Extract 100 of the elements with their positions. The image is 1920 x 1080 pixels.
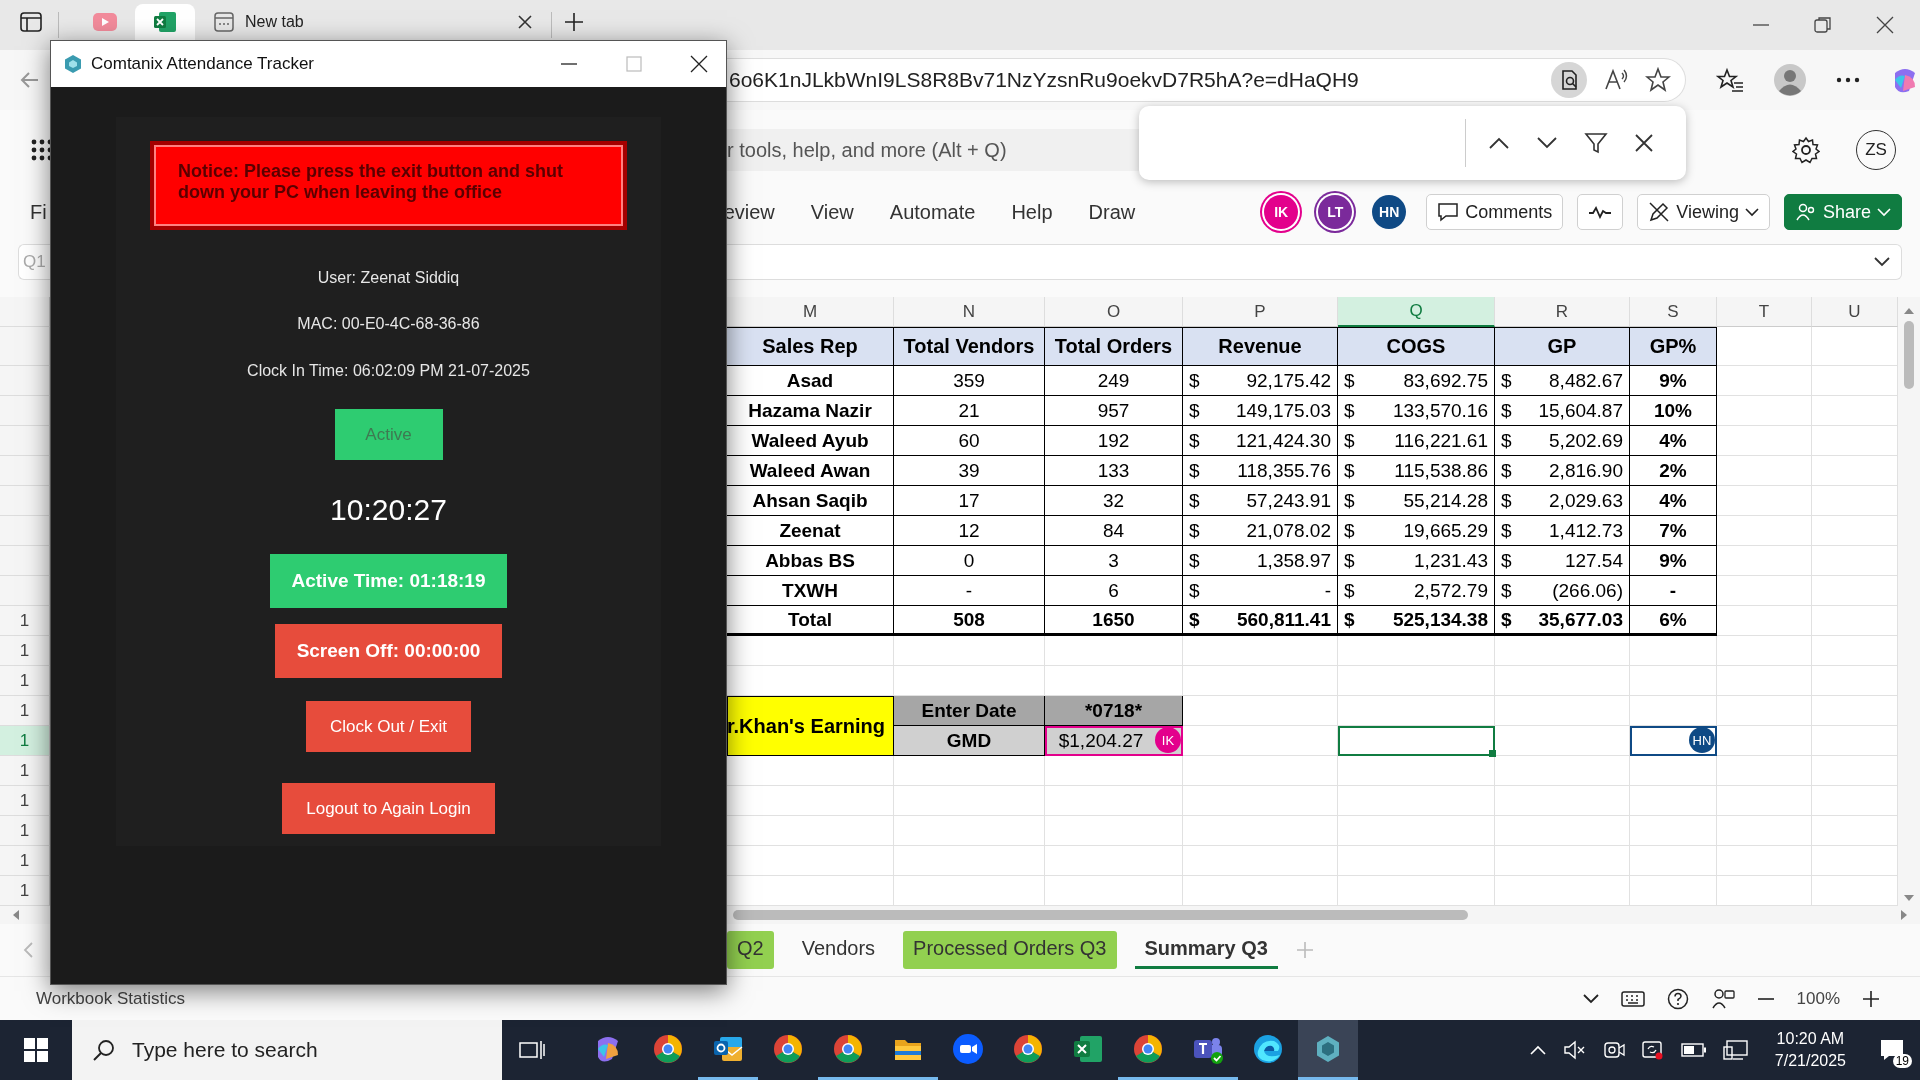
taskbar-search[interactable]: Type here to search [72,1020,502,1080]
row-header[interactable] [0,366,50,396]
sheet-cell[interactable] [1630,666,1717,696]
row-header[interactable]: 1 [0,876,50,906]
row-header[interactable] [0,546,50,576]
chevron-down-icon[interactable] [1873,256,1891,268]
sheet-cell[interactable] [1495,636,1630,666]
close-icon[interactable] [1876,16,1894,34]
sheet-cell[interactable] [1045,636,1183,666]
task-view-icon[interactable] [519,1038,545,1062]
sheet-tab[interactable]: Vendors [791,931,886,969]
sheet-cell[interactable] [1630,846,1717,876]
zoom-level[interactable]: 100% [1796,988,1840,1009]
page-icon[interactable] [213,11,235,33]
sheet-cell[interactable] [1183,846,1338,876]
sheet-cell[interactable] [1045,756,1183,786]
row-header[interactable] [0,426,50,456]
column-header[interactable]: S [1630,297,1717,327]
document-search-icon[interactable] [1551,62,1587,98]
timer-button[interactable]: Screen Off: 00:00:00 [274,624,503,678]
activity-button[interactable] [1577,194,1624,230]
sheet-cell[interactable] [1630,816,1717,846]
taskbar-clock[interactable]: 10:20 AM 7/21/2025 [1774,1028,1846,1072]
sheet-cell[interactable] [1338,816,1495,846]
collaborator-avatar[interactable]: HN [1372,195,1407,229]
row-header[interactable]: 1 [0,846,50,876]
close-icon[interactable] [517,14,533,30]
ribbon-tab[interactable]: Draw [1088,200,1136,224]
speaker-muted-icon[interactable] [1562,1039,1587,1061]
column-header[interactable]: R [1495,297,1630,327]
sheet-tab[interactable]: Processed Orders Q3 [903,931,1117,969]
restore-icon[interactable] [1814,16,1832,34]
row-header[interactable] [0,516,50,546]
row-header[interactable] [0,576,50,606]
video-icon[interactable] [93,13,117,31]
selected-cell[interactable] [1338,726,1495,756]
sheet-cell[interactable] [894,636,1045,666]
sheet-tab[interactable]: Q2 [727,931,774,969]
close-icon[interactable] [690,55,708,73]
sheet-cell[interactable] [1717,327,1812,366]
notification-button[interactable]: 19 [1872,1030,1912,1070]
row-header[interactable]: 1 [0,696,50,726]
sheet-cell[interactable] [1338,786,1495,816]
sheet-cell[interactable] [1045,846,1183,876]
sheet-cell[interactable] [1495,846,1630,876]
sheet-cell[interactable] [1045,816,1183,846]
chevron-down-icon[interactable] [1536,136,1558,150]
sheet-cell[interactable] [1630,696,1717,726]
ribbon-tab[interactable]: Help [1011,200,1053,224]
browser-tab[interactable]: New tab [195,4,551,40]
sheet-cell[interactable] [1717,396,1812,426]
sheet-cell[interactable] [1338,756,1495,786]
row-header[interactable]: 1 [0,606,50,636]
sheet-cell[interactable] [1717,666,1812,696]
column-header[interactable]: N [894,297,1045,327]
network-icon[interactable] [1722,1039,1749,1061]
column-header[interactable]: O [1045,297,1183,327]
sheet-cell[interactable] [1717,786,1812,816]
sheet-cell[interactable] [1495,756,1630,786]
row-header[interactable] [0,327,50,366]
sheet-cell[interactable] [1045,786,1183,816]
sheet-cell[interactable] [1717,846,1812,876]
chevron-up-icon[interactable] [1528,1044,1547,1056]
sheet-cell[interactable] [1630,636,1717,666]
fill-handle[interactable] [1489,750,1496,757]
sheet-cell[interactable] [1717,816,1812,846]
address-bar[interactable]: 6o6K1nJLkbWnI9LS8R8Bv71NzYzsnRu9oekvD7R5hA?e=dHaQH9 [727,58,1686,102]
keyboard-icon[interactable] [1620,990,1645,1007]
sheet-cell[interactable] [1717,576,1812,606]
sheet-cell[interactable] [1717,726,1812,756]
sheet-cell[interactable] [1183,636,1338,666]
spreadsheet-icon[interactable] [153,10,177,34]
sheet-cell[interactable] [1183,726,1338,756]
sheet-cell[interactable] [1717,696,1812,726]
row-header[interactable] [0,456,50,486]
filter-icon[interactable] [1584,131,1608,155]
share-button[interactable]: Share [1783,194,1902,230]
feedback-icon[interactable] [1710,987,1735,1010]
sheet-cell[interactable] [1495,696,1630,726]
sheet-cell[interactable] [1495,816,1630,846]
sheet-cell[interactable] [1717,636,1812,666]
favorite-star-icon[interactable] [1645,67,1671,93]
row-header[interactable]: 1 [0,816,50,846]
chevron-left-icon[interactable] [22,941,34,959]
row-header[interactable]: 1 [0,786,50,816]
scrollbar-thumb[interactable] [1904,321,1914,389]
browser-tab[interactable] [135,4,195,40]
settings-icon[interactable] [1792,136,1820,164]
favorites-icon[interactable] [1716,67,1744,93]
column-header[interactable]: Q [1338,297,1495,327]
sheet-cell[interactable] [1183,786,1338,816]
action-button[interactable]: Logout to Again Login [282,783,495,834]
zoom-in-icon[interactable] [1862,989,1880,1008]
sheet-cell[interactable] [1630,786,1717,816]
scrollbar-thumb[interactable] [733,910,1468,920]
add-sheet-icon[interactable] [1295,941,1314,959]
sheet-cell[interactable] [1183,816,1338,846]
sync-icon[interactable] [1640,1039,1665,1061]
more-icon[interactable] [1836,76,1860,84]
scroll-down-icon[interactable] [1903,894,1915,902]
